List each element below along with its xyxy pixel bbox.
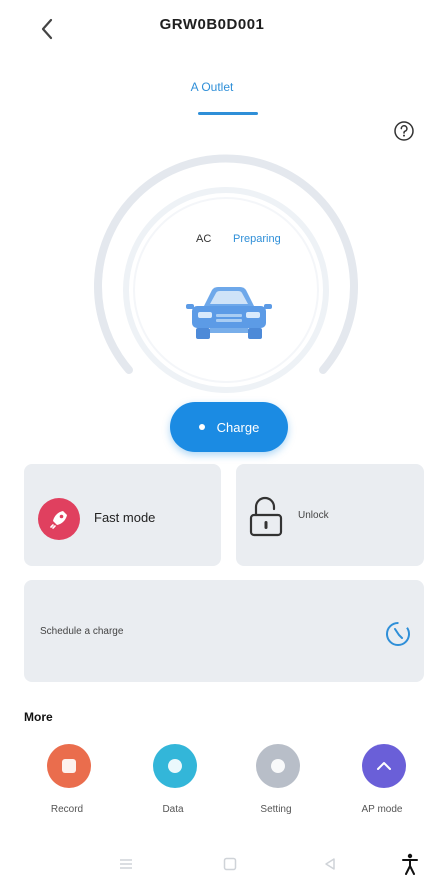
back-icon[interactable]	[318, 852, 342, 876]
unlock-label: Unlock	[298, 510, 329, 521]
more-section-title: More	[24, 710, 53, 724]
ap-mode-icon	[362, 744, 406, 788]
status-state: Preparing	[233, 233, 281, 245]
more-item-data[interactable]: Data	[133, 744, 213, 840]
fast-mode-label: Fast mode	[94, 510, 156, 525]
more-item-ap-mode[interactable]: AP mode	[342, 744, 422, 840]
record-icon	[47, 744, 91, 788]
charge-button[interactable]: Charge	[170, 402, 288, 452]
more-item-label: Record	[50, 804, 84, 815]
rocket-icon	[38, 498, 80, 540]
accessibility-icon[interactable]	[398, 852, 422, 876]
page-title: GRW0B0D001	[159, 16, 265, 33]
help-button[interactable]	[393, 120, 415, 142]
tab-indicator	[198, 112, 258, 115]
more-item-label: Setting	[260, 804, 292, 815]
question-circle-icon	[394, 121, 414, 141]
status-type: AC	[196, 233, 212, 245]
charge-button-label: Charge	[216, 419, 260, 435]
more-item-label: AP mode	[361, 804, 403, 815]
unlock-icon	[249, 496, 283, 537]
menu-icon[interactable]	[114, 852, 138, 876]
car-icon	[186, 287, 272, 339]
data-icon	[153, 744, 197, 788]
schedule-charge-label: Schedule a charge	[40, 626, 124, 637]
gear-icon	[256, 744, 300, 788]
charge-dot-icon	[198, 424, 205, 430]
clock-icon	[386, 622, 410, 646]
more-item-label: Data	[162, 804, 184, 815]
more-item-setting[interactable]: Setting	[236, 744, 316, 840]
home-icon[interactable]	[218, 852, 242, 876]
more-item-record[interactable]: Record	[27, 744, 107, 840]
tab-a-outlet[interactable]: A Outlet	[0, 80, 424, 94]
